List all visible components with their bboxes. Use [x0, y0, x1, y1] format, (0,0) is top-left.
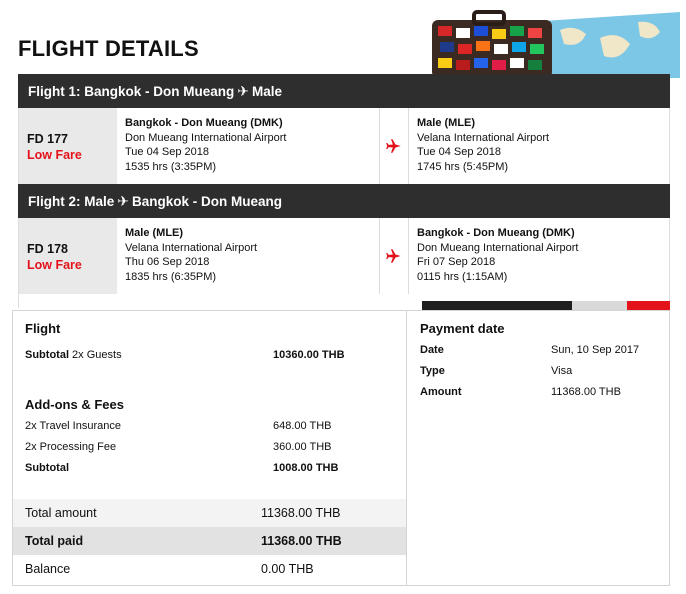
departure-date: Thu 06 Sep 2018: [125, 256, 210, 268]
flight-2-number: FD 178: [27, 242, 68, 256]
flight-1-arrival: Male (MLE) Velana International Airport …: [409, 108, 669, 184]
arrival-date: Fri 07 Sep 2018: [417, 256, 496, 268]
flight-1-header-to: Male: [251, 83, 282, 99]
totals-block: Total amount 11368.00 THB Total paid 113…: [13, 499, 406, 585]
flight-subtotal-value: 10360.00 THB: [273, 349, 345, 361]
total-paid-label: Total paid: [25, 534, 84, 548]
arrival-time: 0115 hrs (1:15AM): [417, 270, 508, 283]
plane-icon: ✈: [117, 192, 129, 209]
page-title: FLIGHT DETAILS: [18, 36, 199, 61]
addons-section-title: Add-ons & Fees: [25, 397, 124, 412]
insurance-value: 648.00 THB: [273, 420, 332, 432]
total-paid-row: Total paid 11368.00 THB: [13, 527, 406, 555]
payment-date-title: Payment date: [420, 321, 505, 336]
payment-type-label: Type: [420, 365, 445, 377]
flight-2-plane-cell: [379, 218, 409, 294]
flight-2-departure: Male (MLE) Velana International Airport …: [117, 218, 379, 294]
payment-date-value: Sun, 10 Sep 2017: [551, 344, 640, 356]
flight-1-row: FD 177 Low Fare Bangkok - Don Mueang (DM…: [18, 108, 670, 184]
flight-1-header: Flight 1: Bangkok - Don Mueang ✈ Male: [18, 74, 670, 108]
payment-type-value: Visa: [551, 365, 573, 377]
flight-section-title: Flight: [25, 321, 61, 336]
departure-city: Male (MLE): [125, 227, 184, 239]
payment-amount-label: Amount: [420, 386, 462, 398]
payment-summary: Flight Subtotal 2x Guests 10360.00 THB A…: [12, 310, 670, 586]
processing-fee-value: 360.00 THB: [273, 441, 332, 453]
departure-time: 1535 hrs (3:35PM): [125, 160, 217, 173]
flight-list: Flight 1: Bangkok - Don Mueang ✈ Male FD…: [18, 74, 670, 308]
addons-subtotal-value: 1008.00 THB: [273, 462, 339, 474]
arrival-airport: Don Mueang International Airport: [417, 241, 579, 254]
processing-fee-label: 2x Processing Fee: [25, 441, 117, 453]
red-plane-icon: [386, 139, 401, 153]
arrival-city: Male (MLE): [417, 117, 476, 129]
flight-2-fare: Low Fare: [27, 258, 82, 272]
balance-value: 0.00 THB: [261, 562, 314, 576]
suitcase-map-illustration: [432, 10, 680, 78]
departure-city: Bangkok - Don Mueang (DMK): [125, 117, 283, 129]
departure-time: 1835 hrs (6:35PM): [125, 270, 217, 283]
total-paid-value: 11368.00 THB: [261, 534, 342, 548]
subtotal-label-bold: Subtotal: [25, 349, 69, 361]
arrival-time: 1745 hrs (5:45PM): [417, 160, 509, 173]
payment-amount-value: 11368.00 THB: [551, 386, 621, 398]
balance-row: Balance 0.00 THB: [13, 555, 406, 583]
flight-2-header-from: Flight 2: Male: [28, 193, 115, 209]
arrival-airport: Velana International Airport: [417, 131, 550, 144]
flight-1-number: FD 177: [27, 132, 68, 146]
flight-2-header: Flight 2: Male ✈ Bangkok - Don Mueang: [18, 184, 670, 218]
flight-1-code-cell: FD 177 Low Fare: [19, 108, 117, 184]
total-amount-row: Total amount 11368.00 THB: [13, 499, 406, 527]
red-plane-icon: [386, 249, 401, 263]
insurance-label: 2x Travel Insurance: [25, 420, 121, 432]
balance-label: Balance: [25, 562, 71, 576]
payment-date-label: Date: [420, 344, 444, 356]
flight-2-arrival: Bangkok - Don Mueang (DMK) Don Mueang In…: [409, 218, 669, 294]
flight-1-fare: Low Fare: [27, 148, 82, 162]
flight-2-header-to: Bangkok - Don Mueang: [132, 193, 283, 209]
addons-subtotal-label: Subtotal: [25, 462, 69, 474]
total-amount-label: Total amount: [25, 506, 97, 520]
flight-1-plane-cell: [379, 108, 409, 184]
plane-icon: ✈: [237, 82, 249, 99]
flight-2-code-cell: FD 178 Low Fare: [19, 218, 117, 294]
flight-subtotal-label: Subtotal 2x Guests: [25, 349, 122, 361]
flight-1-departure: Bangkok - Don Mueang (DMK) Don Mueang In…: [117, 108, 379, 184]
flight-2-row: FD 178 Low Fare Male (MLE) Velana Intern…: [18, 218, 670, 294]
departure-airport: Velana International Airport: [125, 241, 258, 254]
total-amount-value: 11368.00 THB: [261, 506, 341, 520]
subtotal-label-guests: 2x Guests: [69, 349, 122, 361]
flight-1-header-from: Flight 1: Bangkok - Don Mueang: [28, 83, 235, 99]
departure-airport: Don Mueang International Airport: [125, 131, 287, 144]
arrival-date: Tue 04 Sep 2018: [417, 146, 501, 158]
arrival-city: Bangkok - Don Mueang (DMK): [417, 227, 575, 239]
departure-date: Tue 04 Sep 2018: [125, 146, 209, 158]
charges-column: Flight Subtotal 2x Guests 10360.00 THB A…: [13, 311, 407, 585]
